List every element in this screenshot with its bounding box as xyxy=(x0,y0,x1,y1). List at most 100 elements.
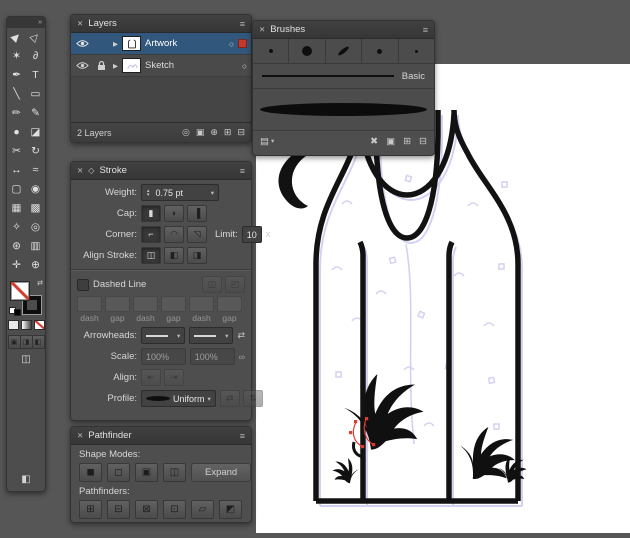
align-stroke-inside-button[interactable]: ◧ xyxy=(164,247,184,264)
arrowhead-end-select[interactable]: ▾ xyxy=(189,327,234,344)
pathfinder-panel-title[interactable]: Pathfinder xyxy=(88,430,131,441)
gradient-tool[interactable]: ▩ xyxy=(26,199,45,218)
close-icon[interactable]: ✕ xyxy=(77,166,83,175)
preserve-dashes-button[interactable]: ◫ xyxy=(202,276,222,293)
close-icon[interactable]: ✕ xyxy=(259,25,265,34)
butt-cap-button[interactable]: ▮ xyxy=(141,205,161,222)
lasso-tool[interactable]: ∂ xyxy=(26,47,45,66)
dash-input-3[interactable] xyxy=(189,296,214,312)
brushes-panel-title[interactable]: Brushes xyxy=(270,24,305,35)
blend-tool[interactable]: ◎ xyxy=(26,218,45,237)
align-stroke-center-button[interactable]: ◫ xyxy=(141,247,161,264)
eyedropper-tool[interactable]: ✧ xyxy=(7,218,26,237)
fill-swatch[interactable] xyxy=(11,282,29,300)
projecting-cap-button[interactable]: ▐ xyxy=(187,205,207,222)
intersect-button[interactable]: ▣ xyxy=(135,463,158,482)
symbol-sprayer-tool[interactable]: ⊛ xyxy=(7,237,26,256)
panel-menu-icon[interactable]: ≡ xyxy=(240,166,245,176)
magic-wand-tool[interactable]: ✶ xyxy=(7,47,26,66)
remove-brush-stroke-button[interactable]: ✖ xyxy=(370,136,378,147)
delete-brush-button[interactable]: ⊟ xyxy=(419,136,427,147)
arrowhead-start-select[interactable]: ▾ xyxy=(141,327,186,344)
rectangle-tool[interactable]: ▭ xyxy=(26,85,45,104)
toolbar-header[interactable]: » xyxy=(7,17,45,28)
arrow-tip-extend-button[interactable]: ⇤ xyxy=(141,369,161,386)
locate-object-button[interactable]: ◎ xyxy=(182,127,190,138)
brush-dot-small[interactable] xyxy=(253,39,290,63)
blob-brush-tool[interactable]: ● xyxy=(7,123,26,142)
miter-limit-input[interactable]: 10 xyxy=(241,226,262,243)
minus-front-button[interactable]: ◻ xyxy=(107,463,130,482)
align-dashes-button[interactable]: ◰ xyxy=(225,276,245,293)
make-clip-mask-button[interactable]: ▣ xyxy=(196,127,205,138)
exclude-button[interactable]: ◫ xyxy=(163,463,186,482)
gap-input-1[interactable] xyxy=(105,296,130,312)
selection-tool[interactable]: ▶ xyxy=(7,28,26,47)
brush-libraries-button[interactable]: ▤ ▾ xyxy=(260,136,274,147)
mesh-tool[interactable]: ▦ xyxy=(7,199,26,218)
panel-menu-icon[interactable]: ≡ xyxy=(240,19,245,29)
none-button[interactable] xyxy=(33,320,45,330)
draw-inside-button[interactable]: ◧ xyxy=(32,335,45,349)
stroke-panel-title[interactable]: Stroke xyxy=(99,165,126,176)
layer-thumbnail[interactable] xyxy=(122,58,141,73)
zoom-tool[interactable]: ⊕ xyxy=(26,256,45,275)
arrow-scale-start-input[interactable]: 100% xyxy=(141,348,186,365)
brush-dot-medium[interactable] xyxy=(362,39,399,63)
color-button[interactable] xyxy=(7,320,19,330)
free-transform-tool[interactable]: ▢ xyxy=(7,180,26,199)
brushes-panel-header[interactable]: ✕ Brushes ≡ xyxy=(253,21,434,39)
pencil-tool[interactable]: ✎ xyxy=(26,104,45,123)
default-fill-stroke[interactable] xyxy=(9,307,21,316)
visibility-eye-icon[interactable] xyxy=(75,39,90,48)
lock-icon[interactable] xyxy=(94,60,109,71)
dash-input-1[interactable] xyxy=(77,296,102,312)
brush-options-button[interactable]: ▣ xyxy=(386,136,395,147)
layers-panel-title[interactable]: Layers xyxy=(88,18,117,29)
bevel-join-button[interactable]: ◹ xyxy=(187,226,207,243)
round-cap-button[interactable]: ◗ xyxy=(164,205,184,222)
scissors-tool[interactable]: ✂ xyxy=(7,142,26,161)
stroke-weight-input[interactable]: ▲ ▼ 0.75 pt ▾ xyxy=(141,184,219,201)
swap-arrowheads-icon[interactable]: ⇄ xyxy=(237,330,245,341)
screen-mode-button[interactable]: ◫ xyxy=(18,353,34,366)
trim-button[interactable]: ⊟ xyxy=(107,500,130,519)
eraser-tool[interactable]: ◪ xyxy=(26,123,45,142)
flip-across-button[interactable]: ⇅ xyxy=(242,390,263,407)
hand-tool[interactable]: ✛ xyxy=(7,256,26,275)
scale-tool[interactable]: ↔ xyxy=(7,161,26,180)
layers-panel-header[interactable]: ✕ Layers ≡ xyxy=(71,15,251,33)
collapse-panels-button[interactable]: ◧ xyxy=(21,474,30,485)
close-icon[interactable]: ✕ xyxy=(77,431,83,440)
target-circle-icon[interactable]: ○ xyxy=(242,61,247,71)
rotate-tool[interactable]: ↻ xyxy=(26,142,45,161)
delete-layer-button[interactable]: ⊟ xyxy=(237,127,245,138)
dashed-line-checkbox[interactable] xyxy=(77,278,89,291)
merge-button[interactable]: ⊠ xyxy=(135,500,158,519)
flip-along-button[interactable]: ⇄ xyxy=(219,390,240,407)
width-tool[interactable]: ≈ xyxy=(26,161,45,180)
brush-dot-large[interactable] xyxy=(289,39,326,63)
swap-fill-stroke-icon[interactable]: ⇄ xyxy=(37,279,43,287)
draw-normal-button[interactable]: ▣ xyxy=(7,335,21,349)
miter-join-button[interactable]: ⌐ xyxy=(141,226,161,243)
gap-input-2[interactable] xyxy=(161,296,186,312)
disclosure-triangle-icon[interactable]: ▶ xyxy=(113,40,118,48)
disclosure-triangle-icon[interactable]: ▶ xyxy=(113,62,118,70)
paintbrush-tool[interactable]: ✏ xyxy=(7,104,26,123)
type-tool[interactable]: T xyxy=(26,66,45,85)
expand-button[interactable]: Expand xyxy=(191,463,252,482)
weight-stepper[interactable]: ▲ ▼ xyxy=(146,188,150,197)
crop-button[interactable]: ⊡ xyxy=(163,500,186,519)
link-scales-icon[interactable]: ∞ xyxy=(239,352,245,362)
panel-collapse-icon[interactable]: ◇ xyxy=(88,166,94,175)
stroke-panel-header[interactable]: ✕ ◇ Stroke ≡ xyxy=(71,162,251,180)
minus-back-button[interactable]: ◩ xyxy=(219,500,242,519)
layer-thumbnail[interactable] xyxy=(122,36,141,51)
close-icon[interactable]: ✕ xyxy=(77,19,83,28)
new-brush-button[interactable]: ⊞ xyxy=(403,136,411,147)
arrow-scale-end-input[interactable]: 100% xyxy=(189,348,235,365)
target-circle-icon[interactable]: ○ xyxy=(229,39,234,49)
panel-menu-icon[interactable]: ≡ xyxy=(240,431,245,441)
brush-dot-tiny[interactable] xyxy=(399,39,434,63)
